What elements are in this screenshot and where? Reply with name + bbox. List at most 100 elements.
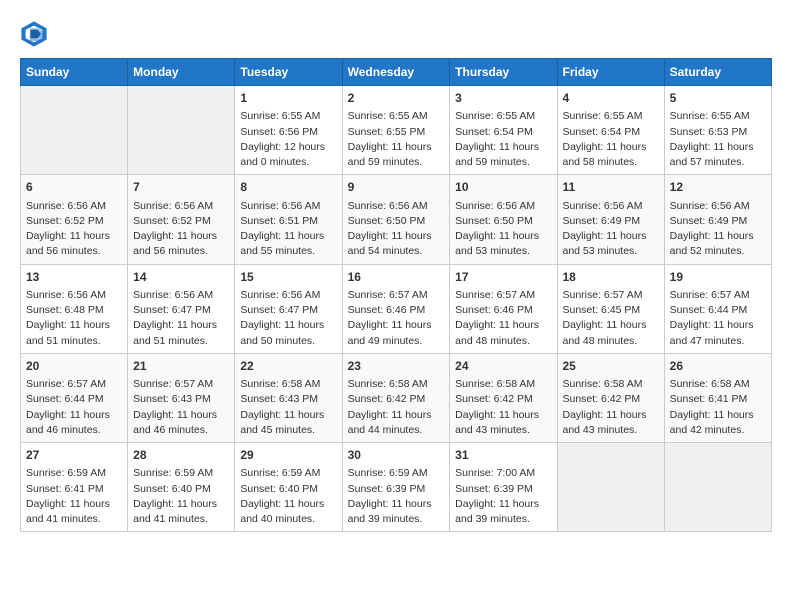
day-info: Sunset: 6:55 PM	[348, 125, 445, 140]
day-info: Sunset: 6:43 PM	[240, 392, 336, 407]
day-info: and 49 minutes.	[348, 334, 445, 349]
day-cell: 17Sunrise: 6:57 AMSunset: 6:46 PMDayligh…	[450, 264, 557, 353]
day-number: 27	[26, 447, 122, 464]
day-info: Sunrise: 6:58 AM	[240, 377, 336, 392]
day-cell: 2Sunrise: 6:55 AMSunset: 6:55 PMDaylight…	[342, 86, 450, 175]
day-info: Sunrise: 6:58 AM	[455, 377, 551, 392]
week-row-4: 20 Sunrise: 6:57 AMSunset: 6:44 PM Dayligh…	[21, 353, 772, 442]
day-info: Sunrise: 6:57 AM	[563, 288, 659, 303]
day-info: Sunrise: 6:56 AM	[26, 288, 122, 303]
day-info: Sunrise: 6:56 AM	[240, 199, 336, 214]
day-info: Sunrise: 6:57 AM	[455, 288, 551, 303]
day-info: Sunset: 6:54 PM	[563, 125, 659, 140]
day-info: Sunset: 6:42 PM	[563, 392, 659, 407]
day-number: 31	[455, 447, 551, 464]
day-info: Sunrise: 6:56 AM	[563, 199, 659, 214]
day-cell: 12Sunrise: 6:56 AMSunset: 6:49 PMDayligh…	[664, 175, 771, 264]
day-cell: 15Sunrise: 6:56 AMSunset: 6:47 PMDayligh…	[235, 264, 342, 353]
column-header-saturday: Saturday	[664, 59, 771, 86]
day-info: Daylight: 11 hours	[455, 318, 551, 333]
day-info: Sunset: 6:49 PM	[563, 214, 659, 229]
day-info: Sunset: 6:46 PM	[455, 303, 551, 318]
day-info: Sunset: 6:40 PM	[240, 482, 336, 497]
day-cell: 8Sunrise: 6:56 AMSunset: 6:51 PMDaylight…	[235, 175, 342, 264]
day-info: Sunset: 6:50 PM	[348, 214, 445, 229]
day-info: Sunrise: 6:57 AM	[348, 288, 445, 303]
day-info: and 48 minutes.	[563, 334, 659, 349]
day-info: and 59 minutes.	[455, 155, 551, 170]
column-header-wednesday: Wednesday	[342, 59, 450, 86]
day-info: Sunrise: 6:59 AM	[348, 466, 445, 481]
day-info: Sunrise: 6:57 AM	[26, 377, 122, 392]
day-info: Sunrise: 6:55 AM	[240, 109, 336, 124]
day-info: Daylight: 11 hours	[240, 318, 336, 333]
day-number: 24	[455, 358, 551, 375]
day-info: and 55 minutes.	[240, 244, 336, 259]
day-info: Sunset: 6:40 PM	[133, 482, 229, 497]
day-info: Daylight: 11 hours	[348, 318, 445, 333]
day-info: and 58 minutes.	[563, 155, 659, 170]
day-info: and 50 minutes.	[240, 334, 336, 349]
day-info: Sunrise: 6:56 AM	[240, 288, 336, 303]
week-row-1: 1Sunrise: 6:55 AMSunset: 6:56 PMDaylight…	[21, 86, 772, 175]
day-number: 29	[240, 447, 336, 464]
day-number: 15	[240, 269, 336, 286]
day-info: Daylight: 11 hours	[563, 408, 659, 423]
day-info: Sunrise: 6:58 AM	[348, 377, 445, 392]
day-number: 5	[670, 90, 766, 107]
day-number: 14	[133, 269, 229, 286]
day-info: Sunset: 6:54 PM	[455, 125, 551, 140]
day-info: Daylight: 11 hours	[670, 140, 766, 155]
day-cell: 29Sunrise: 6:59 AMSunset: 6:40 PMDayligh…	[235, 443, 342, 532]
day-number: 23	[348, 358, 445, 375]
day-info: Daylight: 12 hours	[240, 140, 336, 155]
day-cell: 5Sunrise: 6:55 AMSunset: 6:53 PMDaylight…	[664, 86, 771, 175]
day-info: Sunrise: 6:58 AM	[670, 377, 766, 392]
day-info: Sunrise: 6:57 AM	[670, 288, 766, 303]
day-cell: 4Sunrise: 6:55 AMSunset: 6:54 PMDaylight…	[557, 86, 664, 175]
day-info: Daylight: 11 hours	[348, 229, 445, 244]
day-number: 20	[26, 358, 122, 375]
day-info: Sunset: 6:49 PM	[670, 214, 766, 229]
week-row-2: 6Sunrise: 6:56 AMSunset: 6:52 PMDaylight…	[21, 175, 772, 264]
day-info: Sunset: 6:56 PM	[240, 125, 336, 140]
page-header	[20, 20, 772, 48]
day-info: Sunrise: 6:59 AM	[133, 466, 229, 481]
day-cell: 11Sunrise: 6:56 AMSunset: 6:49 PMDayligh…	[557, 175, 664, 264]
day-info: and 43 minutes.	[563, 423, 659, 438]
day-info: Sunset: 6:52 PM	[26, 214, 122, 229]
column-header-tuesday: Tuesday	[235, 59, 342, 86]
day-info: Sunset: 6:51 PM	[240, 214, 336, 229]
day-info: and 56 minutes.	[26, 244, 122, 259]
day-info: and 45 minutes.	[240, 423, 336, 438]
day-info: and 0 minutes.	[240, 155, 336, 170]
day-info: and 40 minutes.	[240, 512, 336, 527]
day-cell: 22Sunrise: 6:58 AMSunset: 6:43 PMDayligh…	[235, 353, 342, 442]
day-number: 30	[348, 447, 445, 464]
day-cell: 16Sunrise: 6:57 AMSunset: 6:46 PMDayligh…	[342, 264, 450, 353]
day-info: Daylight: 11 hours	[240, 408, 336, 423]
day-info: and 54 minutes.	[348, 244, 445, 259]
logo-icon	[20, 20, 48, 48]
day-info: Sunrise: 6:56 AM	[133, 199, 229, 214]
day-cell: 14Sunrise: 6:56 AMSunset: 6:47 PMDayligh…	[128, 264, 235, 353]
day-info: and 41 minutes.	[133, 512, 229, 527]
day-cell	[557, 443, 664, 532]
day-info: Sunset: 6:47 PM	[133, 303, 229, 318]
day-info: and 39 minutes.	[348, 512, 445, 527]
day-cell	[21, 86, 128, 175]
day-cell: 24Sunrise: 6:58 AMSunset: 6:42 PMDayligh…	[450, 353, 557, 442]
day-cell: 28Sunrise: 6:59 AMSunset: 6:40 PMDayligh…	[128, 443, 235, 532]
day-info: Sunset: 6:41 PM	[26, 482, 122, 497]
day-info: Sunrise: 6:55 AM	[455, 109, 551, 124]
day-info: Daylight: 11 hours	[133, 497, 229, 512]
day-info: Sunrise: 6:55 AM	[563, 109, 659, 124]
day-cell: 9Sunrise: 6:56 AMSunset: 6:50 PMDaylight…	[342, 175, 450, 264]
day-info: Sunrise: 7:00 AM	[455, 466, 551, 481]
calendar-table: SundayMondayTuesdayWednesdayThursdayFrid…	[20, 58, 772, 532]
day-info: and 53 minutes.	[455, 244, 551, 259]
day-cell: 3Sunrise: 6:55 AMSunset: 6:54 PMDaylight…	[450, 86, 557, 175]
day-info: Daylight: 11 hours	[133, 229, 229, 244]
day-number: 18	[563, 269, 659, 286]
day-info: Sunset: 6:44 PM	[26, 392, 122, 407]
